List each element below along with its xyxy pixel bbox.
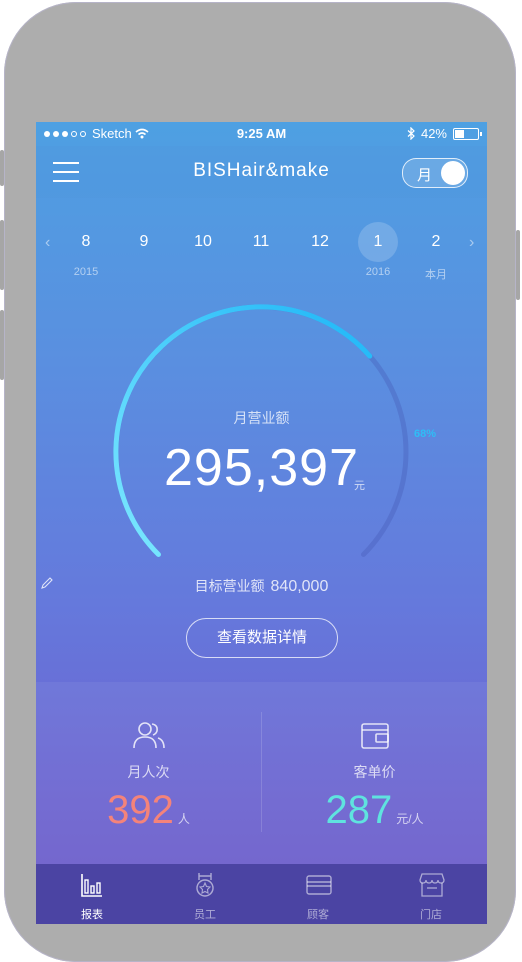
stat-visits: 月人次 392 人 xyxy=(36,682,261,864)
battery-percent: 42% xyxy=(420,126,447,141)
price-label: 客单价 xyxy=(353,764,396,780)
chevron-right-icon[interactable]: › xyxy=(469,234,474,252)
month-number: 11 xyxy=(252,233,270,250)
month-item[interactable]: 10 xyxy=(183,222,223,266)
visits-value: 392 xyxy=(107,788,174,832)
target-value: 840,000 xyxy=(270,578,329,595)
month-number: 2 xyxy=(431,233,441,250)
tab-staff[interactable]: 员工 xyxy=(149,864,261,924)
chevron-left-icon[interactable]: ‹ xyxy=(45,234,50,252)
gauge-unit: 元 xyxy=(354,480,365,492)
toggle-label: 月 xyxy=(417,167,433,184)
revenue-gauge: 月营业额 295,397 元 68% 目标营业额 840,000 xyxy=(36,302,487,595)
stat-price: 客单价 287 元/人 xyxy=(262,682,487,864)
tab-store[interactable]: 门店 xyxy=(375,864,487,924)
phone-power-button xyxy=(516,230,520,300)
tab-customer[interactable]: 顾客 xyxy=(262,864,374,924)
month-item-selected[interactable]: 1 2016 xyxy=(358,222,398,278)
app-screen: Sketch 9:25 AM 42% BISHair&make 月 ‹ › 8 … xyxy=(36,122,487,924)
month-item[interactable]: 8 2015 xyxy=(66,222,106,278)
toggle-knob xyxy=(441,161,465,185)
gauge-value: 295,397 xyxy=(164,439,359,497)
tab-label: 报表 xyxy=(81,909,103,921)
month-item[interactable]: 9 xyxy=(124,222,164,266)
store-icon xyxy=(419,873,445,897)
tab-label: 门店 xyxy=(420,909,442,921)
target-label: 目标营业额 xyxy=(194,578,265,594)
tab-bar: 报表 员工 顾客 门店 xyxy=(36,864,487,924)
month-year: 2015 xyxy=(73,266,99,278)
month-item[interactable]: 11 xyxy=(241,222,281,266)
card-icon xyxy=(306,875,332,895)
users-icon xyxy=(133,722,165,749)
month-number: 10 xyxy=(194,233,212,250)
phone-volume-down xyxy=(0,310,4,380)
gauge-label: 月营业额 xyxy=(233,410,290,426)
month-item[interactable]: 12 xyxy=(300,222,340,266)
price-unit: 元/人 xyxy=(396,812,424,826)
tab-label: 员工 xyxy=(194,909,216,921)
wallet-icon xyxy=(361,723,389,749)
price-value: 287 xyxy=(325,788,393,832)
visits-label: 月人次 xyxy=(127,764,170,780)
gauge-progress xyxy=(113,304,373,557)
view-details-button[interactable]: 查看数据详情 xyxy=(186,618,338,658)
bluetooth-icon xyxy=(407,127,415,140)
visits-unit: 人 xyxy=(177,812,190,826)
month-number: 8 xyxy=(81,233,91,250)
phone-side-button xyxy=(0,150,4,186)
pencil-icon[interactable] xyxy=(40,576,54,590)
bar-chart-icon xyxy=(81,874,102,897)
month-item[interactable]: 2 本月 xyxy=(416,222,456,282)
gauge-percent: 68% xyxy=(414,428,437,440)
month-year: 本月 xyxy=(425,269,447,281)
month-selector: ‹ › 8 2015 9 10 11 12 1 2016 2 本月 xyxy=(36,210,487,290)
tab-label: 顾客 xyxy=(307,909,329,921)
visits-value-row: 392 人 xyxy=(36,788,261,833)
month-year: 2016 xyxy=(365,266,391,278)
month-number: 12 xyxy=(311,233,329,250)
month-number: 9 xyxy=(139,233,149,250)
stats-panel: 月人次 392 人 客单价 287 元/人 xyxy=(36,682,487,864)
tab-report[interactable]: 报表 xyxy=(36,864,148,924)
month-toggle[interactable]: 月 xyxy=(402,158,468,188)
target-revenue[interactable]: 目标营业额 840,000 xyxy=(36,576,487,596)
month-number: 1 xyxy=(358,222,398,262)
medal-icon xyxy=(196,873,214,897)
price-value-row: 287 元/人 xyxy=(262,788,487,833)
status-bar: Sketch 9:25 AM 42% xyxy=(36,122,487,146)
gauge-track xyxy=(113,304,409,557)
battery-icon xyxy=(453,127,482,140)
status-right: 42% xyxy=(407,126,482,141)
nav-bar: BISHair&make 月 xyxy=(36,146,487,198)
phone-volume-up xyxy=(0,220,4,290)
